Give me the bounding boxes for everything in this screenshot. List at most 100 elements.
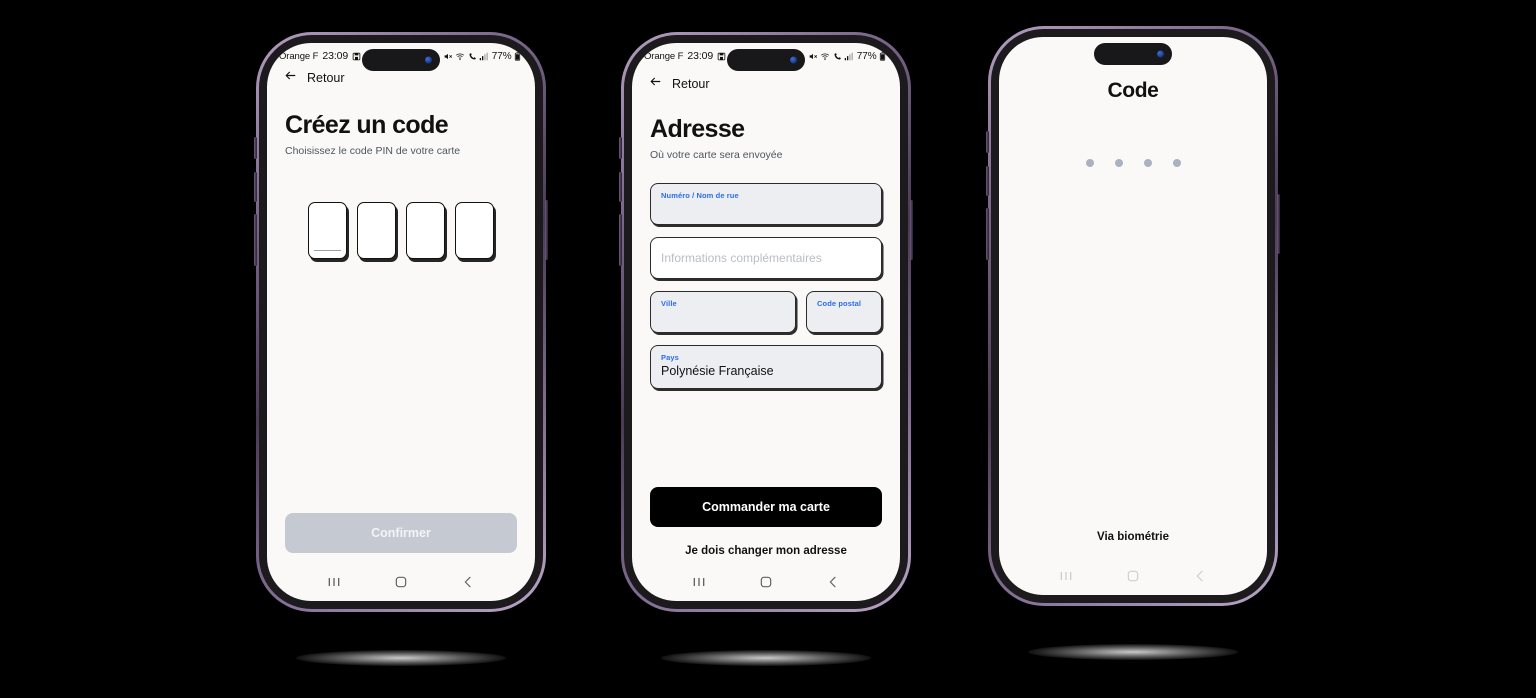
mute-icon [443,52,453,61]
postal-code-field-label: Code postal [817,299,862,308]
carrier-label: Orange F [279,50,319,62]
volume-down-button[interactable] [986,208,989,260]
battery-icon [514,51,521,61]
phone-frame: Code Via biométrie [986,26,1280,606]
status-bar-left: Orange F 23:09 [644,50,726,62]
battery-percent-label: 77% [856,50,877,62]
phone-mockup-create-pin: Orange F 23:09 77% Retour Créez un code … [254,32,548,666]
page-subtitle: Choisissez le code PIN de votre carte [285,145,461,157]
pin-input-group[interactable] [267,202,535,259]
android-nav-bar [632,567,900,601]
code-dots-group [999,159,1267,167]
home-icon[interactable] [393,574,409,590]
pin-box-3[interactable] [406,202,445,259]
code-dot-1 [1085,159,1094,167]
wifi-icon [820,52,830,61]
power-button[interactable] [545,200,548,260]
screen-content: Code Via biométrie [999,37,1267,561]
additional-info-field[interactable]: Informations complémentaires [650,237,882,279]
back-label: Retour [307,71,345,85]
page-subtitle: Où votre carte sera envoyée [650,149,783,161]
street-field[interactable]: Numéro / Nom de rue [650,183,882,225]
city-field-label: Ville [661,299,677,308]
dynamic-island [727,49,805,71]
call-forward-icon [833,52,842,61]
home-icon[interactable] [758,574,774,590]
battery-percent-label: 77% [491,50,512,62]
phone-shadow [1028,644,1238,660]
pin-box-4[interactable] [455,202,494,259]
screen-content: Retour Adresse Où votre carte sera envoy… [632,69,900,567]
confirm-button[interactable]: Confirmer [285,513,517,553]
pin-box-1[interactable] [308,202,347,259]
recents-icon[interactable] [326,574,342,590]
clock-label: 23:09 [322,50,349,62]
country-field-value: Polynésie Française [661,364,774,378]
order-card-button[interactable]: Commander ma carte [650,487,882,527]
battery-icon [879,51,886,61]
mute-switch[interactable] [619,137,622,159]
recents-icon[interactable] [1058,568,1074,584]
phone-screen: Orange F 23:09 [632,43,900,601]
call-forward-icon [468,52,477,61]
power-button[interactable] [1277,194,1280,254]
phone-screen: Code Via biométrie [999,37,1267,595]
signal-icon [479,52,489,61]
change-address-link[interactable]: Je dois changer mon adresse [632,545,900,557]
volume-down-button[interactable] [254,214,257,266]
screen-content: Retour Créez un code Choisissez le code … [267,69,535,567]
home-icon[interactable] [1125,568,1141,584]
back-icon[interactable] [1192,568,1208,584]
status-bar-left: Orange F 23:09 [279,50,361,62]
front-camera-icon [790,56,797,64]
volume-up-button[interactable] [254,172,257,202]
phone-screen: Orange F 23:09 [267,43,535,601]
back-icon[interactable] [825,574,841,590]
android-nav-bar [999,561,1267,595]
back-label: Retour [672,77,710,91]
signal-icon [844,52,854,61]
save-icon [717,52,726,61]
back-icon[interactable] [460,574,476,590]
page-title: Créez un code [285,111,449,139]
power-button[interactable] [910,200,913,260]
country-field-label: Pays [661,353,679,362]
mute-icon [808,52,818,61]
volume-up-button[interactable] [619,172,622,202]
phone-frame: Orange F 23:09 [619,32,913,612]
street-field-label: Numéro / Nom de rue [661,191,739,200]
save-icon [352,52,361,61]
phone-mockup-code-lock: Code Via biométrie [986,26,1280,660]
android-nav-bar [267,567,535,601]
back-nav-button[interactable]: Retour [632,75,900,93]
mute-switch[interactable] [986,131,989,153]
mute-switch[interactable] [254,137,257,159]
arrow-left-icon [648,75,663,93]
country-field[interactable]: Pays Polynésie Française [650,345,882,389]
city-postal-row: Ville Code postal [650,291,882,333]
front-camera-icon [425,56,432,64]
phone-shadow [661,650,871,666]
arrow-left-icon [283,69,298,87]
pin-caret [314,249,341,251]
phone-mockup-address: Orange F 23:09 77% Retour Adresse Où vot… [619,32,913,666]
code-dot-2 [1114,159,1123,167]
city-field[interactable]: Ville [650,291,796,333]
phone-shadow [296,650,506,666]
code-dot-4 [1172,159,1181,167]
phone-frame: Orange F 23:09 [254,32,548,612]
additional-info-placeholder: Informations complémentaires [661,251,822,265]
screenshot-stage: Orange F 23:09 77% Retour Créez un code … [0,0,1536,698]
back-nav-button[interactable]: Retour [267,69,535,87]
pin-box-2[interactable] [357,202,396,259]
dynamic-island [362,49,440,71]
volume-up-button[interactable] [986,166,989,196]
biometric-label[interactable]: Via biométrie [999,531,1267,543]
page-title: Adresse [650,115,745,143]
recents-icon[interactable] [691,574,707,590]
address-form: Numéro / Nom de rue Informations complém… [632,183,900,389]
volume-down-button[interactable] [619,214,622,266]
postal-code-field[interactable]: Code postal [806,291,882,333]
code-title: Code [1107,79,1159,102]
code-dot-3 [1143,159,1152,167]
